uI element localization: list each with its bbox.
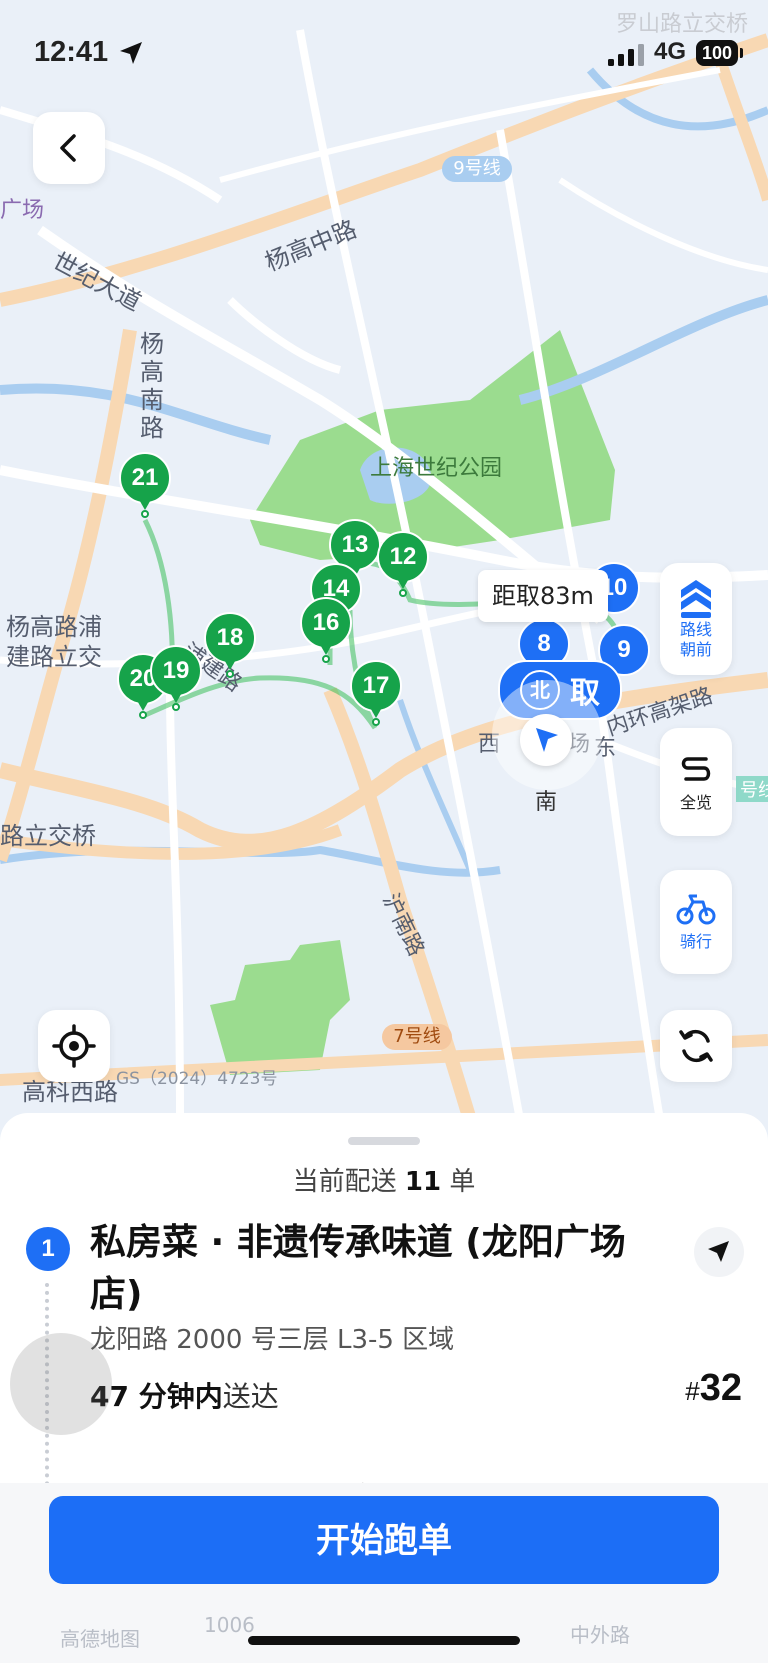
- delivery-pin[interactable]: 12: [377, 531, 429, 597]
- location-arrow-icon: [120, 42, 142, 64]
- refresh-button[interactable]: [660, 1010, 732, 1082]
- delivery-count-title: 当前配送 11 单: [292, 1167, 476, 1197]
- locate-icon: [52, 1024, 96, 1068]
- compass-south-label: 南: [535, 790, 558, 815]
- store-name[interactable]: 私房菜 · 非遗传承味道 (龙阳广场店): [90, 1217, 650, 1321]
- sheet-drag-handle[interactable]: [348, 1137, 420, 1145]
- century-park-label: 上海世纪公园: [370, 456, 503, 481]
- locate-button[interactable]: [38, 1010, 110, 1082]
- courier-location-marker: [520, 714, 572, 766]
- navigate-button[interactable]: [694, 1227, 744, 1277]
- route-forward-line1: 路线: [679, 620, 712, 639]
- network-type: 4G: [654, 38, 687, 65]
- refresh-icon: [679, 1029, 713, 1063]
- faint-number: 1006: [204, 1613, 255, 1637]
- bicycle-icon: [676, 894, 716, 925]
- back-button[interactable]: [33, 112, 105, 184]
- faint-road: 中外路: [570, 1623, 630, 1647]
- line-right-label: 号线: [736, 776, 768, 802]
- riding-label: 骑行: [679, 932, 712, 951]
- overview-icon: [681, 757, 711, 781]
- delivery-eta: 47 分钟内送达: [90, 1380, 279, 1413]
- navigation-arrow-icon: [536, 728, 558, 752]
- distance-tooltip: 距取83m: [478, 570, 608, 622]
- start-delivery-button[interactable]: 开始跑单: [49, 1496, 719, 1584]
- store-address: 龙阳路 2000 号三层 L3-5 区域: [90, 1325, 455, 1355]
- plaza-partial-label: 广场: [0, 198, 45, 223]
- delivery-count: 11: [404, 1167, 442, 1197]
- line7-label: 7号线: [382, 1024, 452, 1050]
- signal-bars-icon: [608, 44, 644, 66]
- riding-mode-button[interactable]: 骑行: [660, 870, 732, 974]
- navigation-arrow-icon: [708, 1241, 729, 1262]
- map-license-label: GS（2024）4723号: [116, 1069, 278, 1089]
- delivery-pin[interactable]: 16: [300, 597, 352, 663]
- route-forward-icon: [681, 580, 711, 618]
- battery-tip: [740, 48, 743, 58]
- home-indicator[interactable]: [248, 1636, 520, 1645]
- delivery-pin[interactable]: 21: [119, 452, 171, 518]
- yanggao-south-label: 杨高南路: [140, 330, 164, 442]
- route-forward-line2: 朝前: [679, 640, 712, 659]
- overview-button[interactable]: 全览: [660, 728, 732, 836]
- assistive-touch-button[interactable]: [10, 1333, 112, 1435]
- stop-index-badge: 1: [26, 1227, 70, 1271]
- delivery-pin[interactable]: 18: [204, 612, 256, 678]
- faint-map-brand: 高德地图: [60, 1627, 140, 1651]
- route-forward-button[interactable]: 路线 朝前: [660, 563, 732, 675]
- battery-indicator: 100: [696, 40, 738, 66]
- delivery-pin[interactable]: 19: [150, 645, 202, 711]
- status-bar: 12:41 4G 100: [0, 36, 768, 76]
- status-time: 12:41: [34, 36, 109, 68]
- order-number: #32: [685, 1367, 742, 1409]
- overview-label: 全览: [679, 793, 712, 812]
- chevron-left-icon: [60, 134, 76, 162]
- delivery-pin[interactable]: 17: [350, 660, 402, 726]
- interchange-left-label: 路立交桥: [0, 822, 96, 850]
- line9-label: 9号线: [442, 156, 512, 182]
- yanggao-interchange-label: 杨高路浦 建路立交: [6, 613, 102, 671]
- luoshan-label: 罗山路立交桥: [616, 12, 749, 37]
